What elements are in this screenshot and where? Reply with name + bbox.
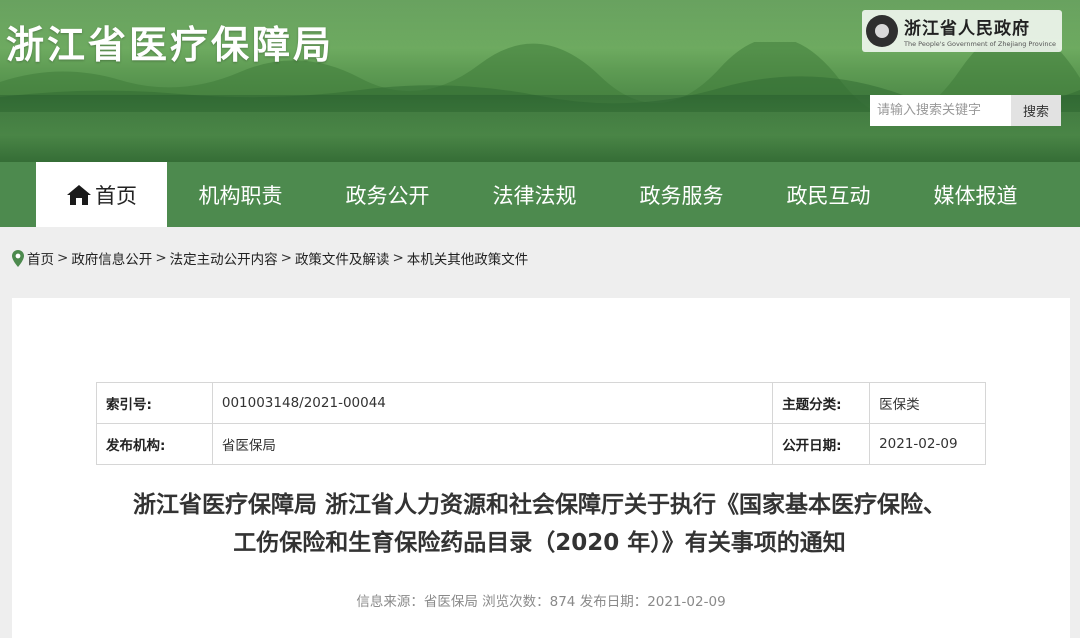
- views-label: 浏览次数：: [482, 594, 550, 610]
- source-label: 信息来源：: [356, 594, 424, 610]
- source-value: 省医保局: [423, 594, 478, 610]
- breadcrumb-separator: >: [392, 250, 404, 266]
- breadcrumb-policy[interactable]: 政策文件及解读: [295, 248, 390, 268]
- gov-name-cn: 浙江省人民政府: [904, 19, 1030, 39]
- gov-name-en: The People's Government of Zhejiang Prov…: [904, 40, 1057, 48]
- breadcrumb-separator: >: [155, 250, 167, 266]
- search-button[interactable]: 搜索: [1011, 95, 1061, 126]
- document-title: 浙江省医疗保障局 浙江省人力资源和社会保障厅关于执行《国家基本医疗保险、 工伤保…: [72, 486, 1007, 562]
- nav-item-duties[interactable]: 机构职责: [167, 162, 314, 227]
- home-icon: [67, 184, 91, 205]
- site-title[interactable]: 浙江省医疗保障局: [6, 14, 334, 69]
- publisher-label: 发布机构:: [96, 423, 213, 465]
- content-card: 索引号: 001003148/2021-00044 主题分类: 医保类 发布机构…: [12, 298, 1070, 638]
- main-nav: 首页 机构职责 政务公开 法律法规 政务服务 政民互动 媒体报道: [0, 162, 1080, 227]
- location-pin-icon: [12, 249, 24, 267]
- publish-value: 2021-02-09: [647, 594, 726, 610]
- publisher-value: 省医保局: [211, 423, 774, 465]
- document-title-line2: 工伤保险和生育保险药品目录（2020 年）》有关事项的通知: [233, 530, 846, 556]
- table-row: 发布机构: 省医保局 公开日期: 2021-02-09: [96, 423, 986, 465]
- gov-emblem-icon: [866, 15, 898, 47]
- nav-label: 首页: [95, 183, 137, 208]
- breadcrumb-home[interactable]: 首页: [27, 248, 54, 268]
- search-input[interactable]: [870, 95, 1011, 126]
- index-no-label: 索引号:: [96, 382, 213, 424]
- index-no-value: 001003148/2021-00044: [211, 382, 774, 424]
- gov-logo[interactable]: 浙江省人民政府 The People's Government of Zheji…: [862, 10, 1062, 52]
- document-meta-table: 索引号: 001003148/2021-00044 主题分类: 医保类 发布机构…: [96, 382, 986, 465]
- search-box: 搜索: [870, 95, 1061, 126]
- nav-item-laws[interactable]: 法律法规: [461, 162, 608, 227]
- breadcrumb-other-policy[interactable]: 本机关其他政策文件: [407, 248, 529, 268]
- breadcrumb-separator: >: [57, 250, 69, 266]
- breadcrumb-gov-info[interactable]: 政府信息公开: [71, 248, 152, 268]
- document-title-line1: 浙江省医疗保障局 浙江省人力资源和社会保障厅关于执行《国家基本医疗保险、: [132, 492, 946, 518]
- document-info: 信息来源：省医保局 浏览次数：874 发布日期：2021-02-09: [12, 590, 1070, 610]
- date-label: 公开日期:: [772, 423, 871, 465]
- category-value: 医保类: [869, 382, 986, 424]
- nav-item-media[interactable]: 媒体报道: [902, 162, 1049, 227]
- header-banner: 浙江省医疗保障局 浙江省人民政府 The People's Government…: [0, 0, 1080, 162]
- nav-item-gov-affairs[interactable]: 政务公开: [314, 162, 461, 227]
- breadcrumb: 首页 > 政府信息公开 > 法定主动公开内容 > 政策文件及解读 > 本机关其他…: [12, 247, 528, 269]
- views-value: 874: [549, 594, 576, 610]
- publish-label: 发布日期：: [579, 594, 648, 610]
- breadcrumb-separator: >: [280, 250, 292, 266]
- nav-item-services[interactable]: 政务服务: [608, 162, 755, 227]
- breadcrumb-statutory[interactable]: 法定主动公开内容: [170, 248, 278, 268]
- date-value: 2021-02-09: [869, 423, 986, 465]
- category-label: 主题分类:: [772, 382, 871, 424]
- nav-item-home[interactable]: 首页: [36, 162, 167, 227]
- nav-item-interaction[interactable]: 政民互动: [755, 162, 902, 227]
- table-row: 索引号: 001003148/2021-00044 主题分类: 医保类: [96, 382, 986, 424]
